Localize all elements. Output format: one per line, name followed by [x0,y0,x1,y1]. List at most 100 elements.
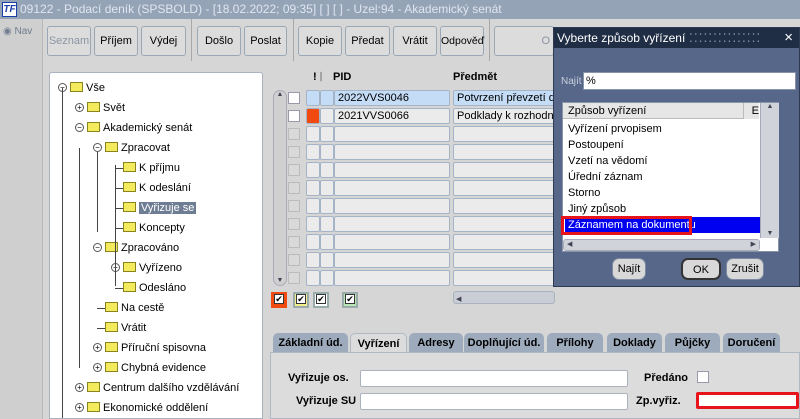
table-row[interactable] [270,234,555,251]
tree-toggle-expand-icon[interactable]: + [75,383,84,392]
tree-item[interactable]: Vyřizuje se [123,200,197,216]
predat-button[interactable]: Předat [345,26,390,56]
subject-cell[interactable] [453,234,555,250]
pid-cell[interactable] [334,180,450,196]
pid-cell[interactable]: 2021VVS0066 [334,108,450,124]
table-row[interactable] [270,180,555,197]
table-row[interactable] [270,252,555,269]
tab-6[interactable]: Půjčky [665,333,720,353]
pid-cell[interactable] [334,162,450,178]
predano-checkbox[interactable] [697,371,709,383]
tree-toggle-collapse-icon[interactable]: − [75,123,84,132]
subject-cell[interactable] [453,180,555,196]
subject-cell[interactable] [453,144,555,160]
vratit-button[interactable]: Vrátit [393,26,437,56]
ok-button[interactable]: OK [681,258,721,280]
zp-vyriz-input[interactable] [696,392,799,409]
subject-cell[interactable] [453,198,555,214]
o-button[interactable]: O [494,26,554,56]
filter-checkbox[interactable]: ✔ [271,292,287,308]
search-input[interactable]: % [583,72,796,90]
tab-0[interactable]: Základní úd. [273,333,348,353]
table-row[interactable] [270,162,555,179]
pid-cell[interactable] [334,198,450,214]
row-checkbox[interactable] [288,164,300,176]
subject-cell[interactable] [453,252,555,268]
tree-item[interactable]: Zpracovat [105,140,170,156]
tab-1[interactable]: Vyřízení [350,333,407,354]
row-checkbox[interactable] [288,236,300,248]
tree-toggle-expand-icon[interactable]: + [75,103,84,112]
tree-item[interactable]: Akademický senát [87,120,192,136]
tree-item[interactable]: Vrátit [105,320,146,336]
tree-toggle-expand-icon[interactable]: + [75,403,84,412]
scroll-down-icon[interactable]: ▼ [761,230,779,237]
list-hscrollbar[interactable]: ◀ ▶ [563,239,760,251]
row-checkbox[interactable] [288,128,300,140]
scroll-left-icon[interactable]: ◀ [454,296,461,303]
row-checkbox[interactable] [288,254,300,266]
prijem-button[interactable]: Příjem [94,26,138,56]
nav-radio[interactable]: ◉ Nav [3,26,32,37]
table-row[interactable] [270,216,555,233]
option-item[interactable]: Vzetí na vědomí [565,153,760,169]
tree-toggle-collapse-icon[interactable]: − [93,143,102,152]
filter-checkbox[interactable]: ✔ [313,292,329,308]
table-row[interactable] [270,198,555,215]
vyrizuje-os-input[interactable] [360,370,628,387]
tree-item[interactable]: Koncepty [123,220,185,236]
subject-cell[interactable] [453,162,555,178]
subject-cell[interactable] [453,126,555,142]
subject-cell[interactable] [453,216,555,232]
tab-4[interactable]: Přílohy [547,333,603,353]
pid-cell[interactable] [334,216,450,232]
tree-item[interactable]: K odeslání [123,180,191,196]
filter-checkbox[interactable]: ✔ [293,292,309,308]
tree-toggle-collapse-icon[interactable]: − [93,243,102,252]
tree-item[interactable]: Chybná evidence [105,360,206,376]
scroll-left-icon[interactable]: ◀ [567,241,572,248]
table-row[interactable] [270,144,555,161]
pid-cell[interactable]: 2022VVS0046 [334,90,450,106]
table-row[interactable]: 2022VVS0046Potvrzení převzetí dok [270,90,555,107]
table-row[interactable] [270,270,555,287]
kopie-button[interactable]: Kopie [298,26,342,56]
table-row[interactable]: 2021VVS0066 Podklady k rozhodnut [270,108,555,125]
tree-item[interactable]: Na cestě [105,300,164,316]
tree-item[interactable]: Centrum dalšího vzdělávání [87,380,239,396]
row-checkbox[interactable] [288,92,300,104]
subject-cell[interactable]: Podklady k rozhodnut [453,108,555,124]
list-vscrollbar[interactable]: ▲ ▼ [760,103,779,238]
vydej-button[interactable]: Výdej [141,26,186,56]
tab-5[interactable]: Doklady [607,333,662,353]
subject-cell[interactable] [453,270,555,286]
pid-cell[interactable] [334,144,450,160]
pid-cell[interactable] [334,234,450,250]
tree-item[interactable]: Zpracováno [105,240,179,256]
dialog-titlebar[interactable]: Vyberte způsob vyřízení ⁚⁚⁚⁚⁚⁚⁚⁚⁚⁚⁚⁚⁚⁚⁚ × [554,28,799,48]
row-checkbox[interactable] [288,200,300,212]
option-item[interactable]: Storno [565,185,760,201]
pid-header[interactable]: PID [333,71,351,83]
filter-checkbox[interactable]: ✔ [342,292,358,308]
vyrizuje-su-input[interactable] [360,393,628,410]
tree-toggle-expand-icon[interactable]: + [93,343,102,352]
pid-cell[interactable] [334,126,450,142]
pid-cell[interactable] [334,252,450,268]
row-checkbox[interactable] [288,218,300,230]
row-checkbox[interactable] [288,272,300,284]
seznam-button[interactable]: Seznam [47,26,91,56]
find-button[interactable]: Najít [612,258,646,280]
poslat-button[interactable]: Poslat [244,26,287,56]
tree-item[interactable]: Svět [87,100,125,116]
grid-hscrollbar[interactable]: ◀ [453,291,555,304]
scroll-right-icon[interactable]: ▶ [751,240,756,250]
table-row[interactable] [270,126,555,143]
tree-item[interactable]: Odesláno [123,280,186,296]
tab-2[interactable]: Adresy [409,333,463,353]
scroll-up-icon[interactable]: ▲ [761,103,779,110]
tab-7[interactable]: Doručení [723,333,780,353]
option-item[interactable]: Vyřízení prvopisem [565,121,760,137]
option-item[interactable]: Úřední záznam [565,169,760,185]
row-checkbox[interactable] [288,110,300,122]
